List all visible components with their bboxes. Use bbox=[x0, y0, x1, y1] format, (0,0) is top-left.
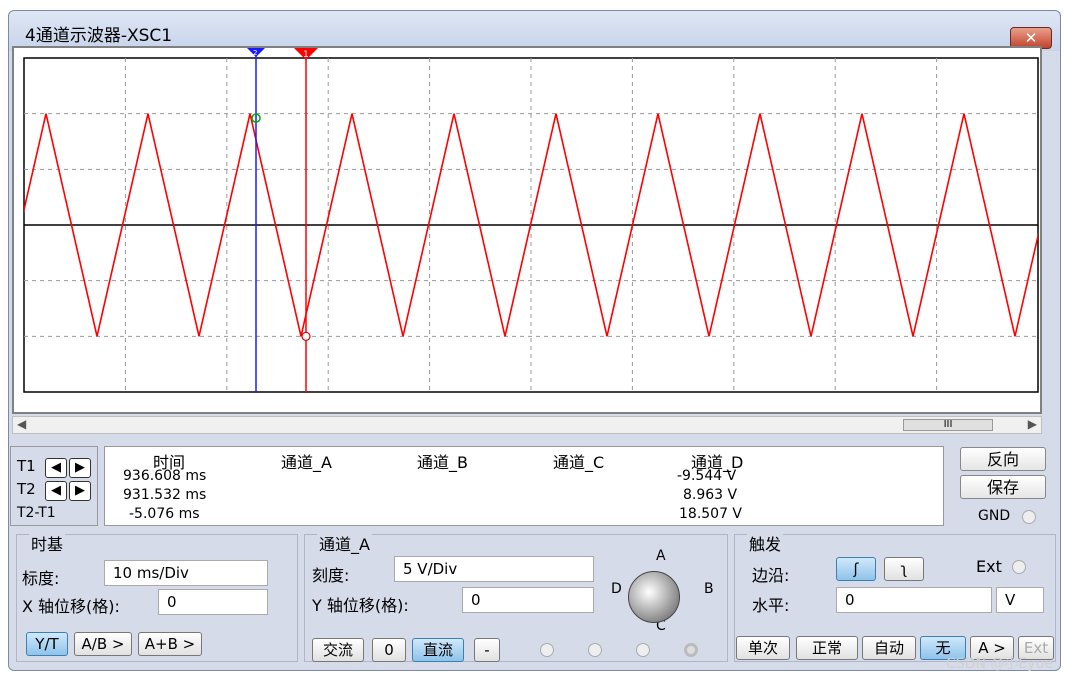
t2-time: 931.532 ms bbox=[123, 487, 207, 503]
a-over-b-button[interactable]: A/B > bbox=[74, 632, 132, 656]
y-position-field[interactable]: 0 bbox=[462, 587, 594, 613]
t1-left-button[interactable]: ◀ bbox=[45, 458, 67, 478]
falling-edge-button[interactable]: ʅ bbox=[884, 557, 924, 581]
reverse-button[interactable]: 反向 bbox=[960, 447, 1046, 471]
timebase-title: 时基 bbox=[29, 531, 66, 555]
oscilloscope-screen: 12 bbox=[12, 46, 1042, 414]
y-position-label: Y 轴位移(格): bbox=[312, 596, 409, 615]
cursor-1-label: 1 bbox=[303, 50, 309, 60]
save-button[interactable]: 保存 bbox=[960, 475, 1046, 499]
ext-label: Ext bbox=[976, 557, 1002, 576]
invert-button[interactable]: - bbox=[474, 638, 500, 662]
gnd-radio[interactable] bbox=[1022, 510, 1036, 524]
t1-label: T1 bbox=[17, 457, 36, 475]
channel-radio-2[interactable] bbox=[588, 643, 602, 657]
channel-scale-field[interactable]: 5 V/Div bbox=[394, 556, 594, 582]
channel-radio-1[interactable] bbox=[540, 643, 554, 657]
t1-row: T1 ◀ ▶ bbox=[17, 457, 91, 478]
timebase-scale-label: 标度: bbox=[22, 569, 60, 588]
gnd-label: GND bbox=[978, 508, 1011, 524]
channel-radio-4[interactable] bbox=[684, 643, 698, 657]
waveform-display: 12 bbox=[23, 48, 1039, 393]
t2-t1-label: T2-T1 bbox=[17, 505, 56, 521]
rising-edge-button[interactable]: ʃ bbox=[836, 557, 876, 581]
x-position-label: X 轴位移(格): bbox=[22, 597, 120, 616]
x-position-field[interactable]: 0 bbox=[158, 589, 268, 615]
a-plus-b-button[interactable]: A+B > bbox=[138, 632, 202, 656]
diff-time: -5.076 ms bbox=[129, 506, 200, 522]
dc-coupling-button[interactable]: 直流 bbox=[412, 638, 464, 662]
t2-channel-d: 8.963 V bbox=[683, 487, 738, 503]
cursor-1-point bbox=[301, 331, 311, 341]
horizontal-scrollbar[interactable]: ◀ III ▶ bbox=[12, 416, 1042, 434]
t2-row: T2 ◀ ▶ bbox=[17, 480, 91, 501]
ac-coupling-button[interactable]: 交流 bbox=[312, 638, 364, 662]
t2-right-button[interactable]: ▶ bbox=[69, 481, 91, 501]
normal-button[interactable]: 正常 bbox=[796, 636, 858, 660]
channel-title: 通道_A bbox=[317, 531, 372, 555]
header-channel-a: 通道_A bbox=[281, 453, 332, 472]
measurement-readout: 时间 通道_A 通道_B 通道_C 通道_D 936.608 ms -9.544… bbox=[104, 446, 944, 526]
timebase-scale-field[interactable]: 10 ms/Div bbox=[104, 560, 268, 586]
single-button[interactable]: 单次 bbox=[736, 636, 790, 660]
scroll-left-icon[interactable]: ◀ bbox=[17, 417, 26, 431]
ext-radio[interactable] bbox=[1012, 560, 1026, 574]
t2-label: T2 bbox=[17, 480, 36, 498]
zero-coupling-button[interactable]: 0 bbox=[372, 638, 406, 662]
header-channel-c: 通道_C bbox=[553, 453, 605, 472]
t1-right-button[interactable]: ▶ bbox=[69, 458, 91, 478]
watermark: CSDN @小Eyue bbox=[946, 656, 1053, 672]
title-bar[interactable]: 4通道示波器-XSC1 ✕ bbox=[9, 11, 1060, 51]
cursor-controls: T1 ◀ ▶ T2 ◀ ▶ T2-T1 bbox=[10, 446, 98, 526]
knob-label-d: D bbox=[611, 581, 622, 597]
t1-time: 936.608 ms bbox=[123, 468, 207, 484]
channel-selector-knob[interactable] bbox=[628, 571, 680, 623]
knob-label-a: A bbox=[656, 548, 666, 564]
yt-button[interactable]: Y/T bbox=[26, 632, 68, 656]
channel-radio-3[interactable] bbox=[636, 643, 650, 657]
trigger-title: 触发 bbox=[747, 531, 784, 555]
level-unit-field[interactable]: V bbox=[996, 587, 1044, 613]
level-field[interactable]: 0 bbox=[836, 587, 992, 613]
window-title: 4通道示波器-XSC1 bbox=[25, 26, 173, 46]
level-label: 水平: bbox=[752, 596, 790, 615]
channel-scale-label: 刻度: bbox=[312, 566, 350, 585]
cursor-2-label: 2 bbox=[253, 49, 257, 57]
scroll-thumb[interactable]: III bbox=[903, 419, 993, 431]
knob-label-b: B bbox=[704, 581, 714, 597]
t2-left-button[interactable]: ◀ bbox=[45, 481, 67, 501]
t1-channel-d: -9.544 V bbox=[677, 468, 737, 484]
header-channel-b: 通道_B bbox=[417, 453, 468, 472]
auto-button[interactable]: 自动 bbox=[862, 636, 916, 660]
edge-label: 边沿: bbox=[752, 566, 790, 585]
diff-channel-d: 18.507 V bbox=[679, 506, 743, 522]
scroll-right-icon[interactable]: ▶ bbox=[1028, 417, 1037, 431]
